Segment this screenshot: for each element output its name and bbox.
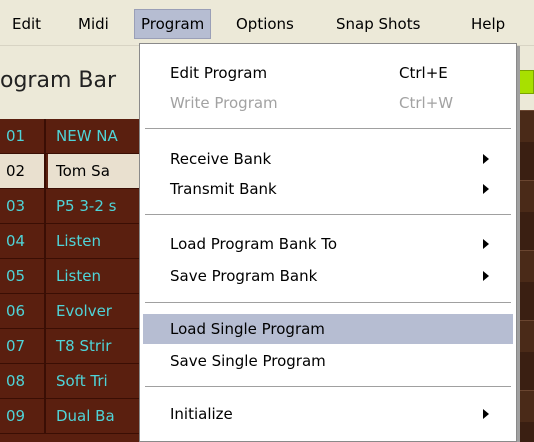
program-number: 05 [0,259,46,293]
menu-separator [145,302,511,303]
menu-separator [145,386,511,387]
menu-midi[interactable]: Midi [72,11,115,37]
program-number: 08 [0,364,46,398]
right-panel-cell [516,110,534,142]
program-name: Soft Tri [48,364,140,398]
program-number: 07 [0,329,46,363]
right-panel-cell [516,250,534,282]
list-item[interactable]: 07 T8 Strir [0,329,140,364]
menu-item-transmit-bank[interactable]: Transmit Bank [143,174,513,204]
menu-item-shortcut: Ctrl+W [399,94,454,112]
menu-item-label: Save Single Program [170,352,326,370]
submenu-arrow-icon [483,154,489,164]
menu-item-initialize[interactable]: Initialize [143,399,513,429]
program-number: 03 [0,189,46,223]
menu-item-label: Save Program Bank [170,267,318,285]
menu-item-save-single-program[interactable]: Save Single Program [143,346,513,376]
program-number: 04 [0,224,46,258]
list-item[interactable]: 02 Tom Sa [0,154,140,189]
menu-item-receive-bank[interactable]: Receive Bank [143,144,513,174]
submenu-arrow-icon [483,239,489,249]
program-dropdown-menu: Edit Program Ctrl+E Write Program Ctrl+W… [139,43,517,442]
menu-item-label: Load Program Bank To [170,235,338,253]
program-name: Evolver [48,294,140,328]
program-number: 09 [0,399,46,433]
list-item[interactable]: 09 Dual Ba [0,399,140,434]
menu-item-label: Load Single Program [170,320,325,338]
menu-edit[interactable]: Edit [6,11,47,37]
menu-item-write-program: Write Program Ctrl+W [143,88,513,118]
program-number: 02 [0,154,46,188]
menu-program[interactable]: Program [134,9,212,39]
menu-separator [145,128,511,129]
right-panel-cell [516,180,534,212]
program-name: Listen [48,259,140,293]
menu-item-label: Initialize [170,405,233,423]
menu-item-label: Edit Program [170,64,268,82]
list-item[interactable]: 08 Soft Tri [0,364,140,399]
right-panel-cell [516,390,534,422]
list-item[interactable]: 06 Evolver [0,294,140,329]
submenu-arrow-icon [483,271,489,281]
menu-help[interactable]: Help [465,11,511,37]
menu-item-label: Receive Bank [170,150,272,168]
program-list: 01 NEW NA 02 Tom Sa 03 P5 3-2 s 04 Liste… [0,119,140,442]
menu-options[interactable]: Options [230,11,300,37]
program-name: Tom Sa [48,154,140,188]
menu-item-label: Transmit Bank [170,180,277,198]
menu-item-save-program-bank[interactable]: Save Program Bank [143,261,513,291]
menu-snap-shots[interactable]: Snap Shots [330,11,426,37]
program-name: Dual Ba [48,399,140,433]
program-name: P5 3-2 s [48,189,140,223]
program-number: 06 [0,294,46,328]
menu-item-label: Write Program [170,94,278,112]
menu-item-load-single-program[interactable]: Load Single Program [143,314,513,344]
menu-item-load-program-bank-to[interactable]: Load Program Bank To [143,229,513,259]
list-item[interactable]: 01 NEW NA [0,119,140,154]
list-item[interactable]: 05 Listen [0,259,140,294]
submenu-arrow-icon [483,409,489,419]
program-name: Listen [48,224,140,258]
menu-item-shortcut: Ctrl+E [399,64,448,82]
submenu-arrow-icon [483,184,489,194]
right-panel-cell [516,320,534,352]
menu-separator [145,214,511,215]
program-name: NEW NA [48,119,140,153]
program-name: T8 Strir [48,329,140,363]
program-number: 01 [0,119,46,153]
menu-item-edit-program[interactable]: Edit Program Ctrl+E [143,58,513,88]
list-item[interactable]: 03 P5 3-2 s [0,189,140,224]
menubar: Edit Midi Program Options Snap Shots Hel… [0,0,534,46]
program-bank-title: ogram Bar [0,68,116,93]
list-item[interactable]: 04 Listen [0,224,140,259]
